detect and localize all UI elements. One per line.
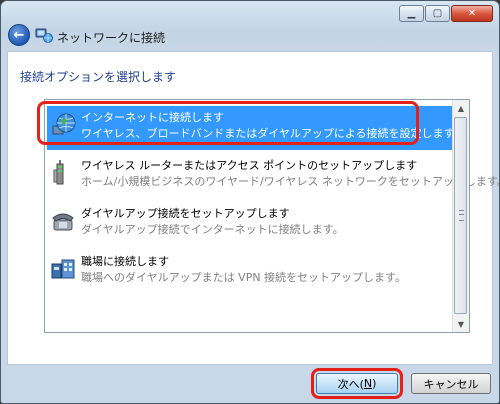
connection-options-list[interactable]: インターネットに接続します ワイヤレス、ブロードバンドまたはダイヤルアップによる…	[44, 99, 499, 333]
option-description: ダイヤルアップ接続でインターネットに接続します。	[81, 223, 344, 236]
network-wizard-icon	[35, 28, 53, 43]
phone-icon	[52, 213, 74, 231]
minimize-icon: ▁	[407, 8, 416, 19]
option-wireless-router[interactable]: ワイヤレス ルーターまたはアクセス ポイントのセットアップします ホーム/小規模…	[47, 154, 499, 198]
window-title: ネットワークに接続	[57, 31, 166, 45]
option-internet[interactable]: インターネットに接続します ワイヤレス、ブロードバンドまたはダイヤルアップによる…	[47, 106, 464, 150]
back-button[interactable]: ←	[8, 24, 30, 46]
scrollbar-thumb[interactable]	[454, 117, 467, 314]
next-button-label: 次へ(	[337, 377, 364, 391]
workplace-icon	[51, 259, 75, 279]
dialog-window: ▁ ▢ ✕ ← ネットワークに接続 接続オプションを選択します インターネットに…	[0, 0, 500, 404]
globe-network-icon	[52, 113, 76, 135]
next-button-accesskey: N	[363, 377, 373, 390]
option-description: 職場へのダイヤルアップまたは VPN 接続をセットアップします。	[81, 271, 406, 284]
close-icon: ✕	[467, 8, 477, 19]
option-workplace[interactable]: 職場に接続します 職場へのダイヤルアップまたは VPN 接続をセットアップします…	[47, 250, 455, 294]
close-button[interactable]: ✕	[451, 5, 493, 22]
cancel-button-label: キャンセル	[423, 377, 479, 391]
content-panel: 接続オプションを選択します インターネットに接続します ワイヤレス、ブロードバン…	[7, 51, 499, 365]
list-scrollbar[interactable]: ▲ ▼	[452, 100, 469, 332]
scroll-down-icon[interactable]: ▼	[453, 316, 469, 332]
instruction-heading: 接続オプションを選択します	[20, 70, 177, 84]
grip-icon	[459, 210, 464, 221]
option-dialup[interactable]: ダイヤルアップ接続をセットアップします ダイヤルアップ接続でインターネットに接続…	[47, 202, 455, 246]
option-description: ワイヤレス、ブロードバンドまたはダイヤルアップによる接続を設定します。	[81, 127, 465, 140]
next-button-suffix: )	[372, 377, 377, 390]
window-controls: ▁ ▢ ✕	[399, 5, 493, 22]
option-description: ホーム/小規模ビジネスのワイヤード/ワイヤレス ネットワークをセットアップします…	[81, 175, 500, 188]
option-title: ダイヤルアップ接続をセットアップします	[81, 207, 290, 220]
option-title: ワイヤレス ルーターまたはアクセス ポイントのセットアップします	[81, 159, 418, 172]
router-icon	[53, 160, 64, 185]
cancel-button[interactable]: キャンセル	[411, 373, 491, 394]
arrow-left-icon: ←	[13, 27, 25, 43]
minimize-button[interactable]: ▁	[399, 5, 424, 22]
option-title: 職場に接続します	[81, 255, 169, 268]
option-title: インターネットに接続します	[81, 111, 224, 124]
scroll-up-icon[interactable]: ▲	[453, 100, 469, 116]
maximize-button[interactable]: ▢	[425, 5, 450, 22]
maximize-icon: ▢	[432, 8, 443, 19]
next-button[interactable]: 次へ(N)	[316, 373, 398, 394]
